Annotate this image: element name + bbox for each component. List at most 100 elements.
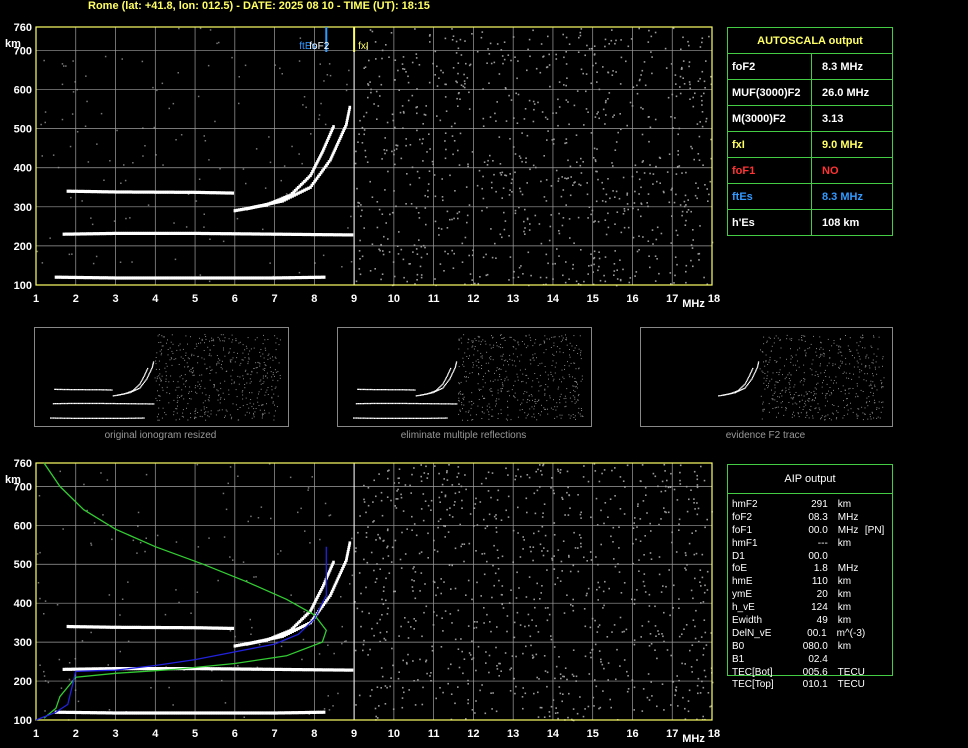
noise-dot [510, 99, 513, 101]
thumb-noise [882, 356, 884, 358]
noise-dot [481, 684, 483, 686]
thumb-noise [210, 370, 212, 371]
noise-dot [642, 500, 645, 502]
noise-dot [572, 609, 575, 612]
thumb-echo [407, 389, 409, 391]
noise-dot [611, 631, 613, 633]
noise-dot [496, 626, 498, 628]
noise-dot [369, 695, 372, 697]
thumb-noise [224, 337, 226, 339]
noise-dot [376, 622, 379, 625]
noise-dot [527, 251, 530, 254]
noise-dot [643, 585, 646, 587]
noise-dot [656, 226, 659, 229]
noise-dot [623, 659, 626, 661]
noise-dot [476, 184, 479, 187]
noise-dot [345, 640, 347, 642]
thumb-echo [79, 389, 81, 391]
thumb-noise [468, 401, 470, 403]
thumb-noise [469, 372, 471, 374]
noise-dot [685, 264, 688, 267]
noise-dot [594, 160, 597, 163]
thumb-echo [146, 369, 148, 371]
thumb-echo [372, 417, 374, 419]
noise-dot [307, 487, 310, 489]
noise-dot [509, 690, 512, 692]
thumb-echo [138, 388, 140, 390]
thumb-noise [561, 381, 562, 383]
noise-dot [381, 598, 383, 601]
thumb-noise [204, 363, 206, 365]
thumb-noise [831, 393, 833, 395]
thumb-noise [880, 411, 882, 413]
thumb-echo [84, 389, 87, 391]
noise-dot [361, 255, 364, 258]
thumb-echo [445, 417, 447, 419]
thumb-echo [454, 367, 456, 370]
thumb-noise [522, 399, 524, 401]
thumb-echo [436, 390, 438, 392]
noise-dot [684, 707, 686, 710]
noise-dot [389, 685, 391, 688]
thumb-echo [80, 389, 82, 391]
thumb-noise [271, 389, 273, 391]
noise-dot [663, 709, 665, 711]
noise-dot [554, 677, 556, 680]
thumb-echo [55, 417, 57, 419]
y-tick-label: 100 [14, 280, 32, 292]
noise-dot [386, 496, 389, 498]
thumb-noise [278, 344, 280, 346]
noise-dot [257, 517, 260, 519]
thumb-echo [365, 417, 367, 419]
noise-dot [422, 123, 424, 125]
thumb-noise [183, 416, 184, 418]
noise-dot [633, 522, 635, 524]
thumb-echo [429, 417, 431, 419]
noise-dot [691, 671, 693, 673]
noise-dot [420, 464, 422, 466]
noise-dot [529, 168, 531, 171]
noise-dot [382, 590, 385, 592]
thumb-noise [577, 412, 579, 414]
thumb-noise [556, 402, 558, 404]
thumb-noise [166, 342, 167, 344]
noise-dot [633, 686, 636, 689]
thumb-echo [378, 417, 380, 419]
thumb-noise [859, 358, 861, 360]
noise-dot [204, 140, 207, 142]
thumb-echo [410, 417, 412, 419]
noise-dot [607, 226, 610, 229]
thumb-echo [415, 395, 417, 397]
thumb-echo [131, 390, 134, 393]
thumb-noise [573, 350, 575, 351]
noise-dot [627, 688, 630, 690]
noise-dot [695, 552, 698, 555]
thumb-noise [213, 386, 215, 388]
noise-dot [416, 279, 418, 281]
noise-dot [467, 165, 469, 168]
noise-dot [485, 477, 487, 480]
thumb-noise [856, 360, 858, 362]
thumb-noise [253, 408, 255, 410]
thumb-echo [142, 378, 144, 380]
thumb-noise [488, 403, 490, 405]
noise-dot [535, 625, 537, 627]
noise-dot [484, 712, 487, 715]
thumb-noise [279, 339, 281, 341]
noise-dot [489, 42, 492, 45]
noise-dot [619, 83, 622, 85]
autoscala-value: 8.3 MHz [822, 60, 863, 73]
x-tick-label: 13 [507, 728, 519, 740]
noise-dot [434, 50, 437, 53]
noise-dot [457, 62, 460, 64]
thumb-noise [803, 406, 805, 408]
thumb-noise [195, 385, 197, 387]
thumb-echo [448, 371, 450, 374]
thumb-noise [840, 360, 842, 362]
noise-dot [460, 84, 463, 86]
noise-dot [675, 95, 678, 98]
noise-dot [427, 557, 429, 559]
thumb-echo [80, 402, 82, 405]
noise-dot [446, 471, 448, 474]
noise-dot [685, 219, 687, 222]
